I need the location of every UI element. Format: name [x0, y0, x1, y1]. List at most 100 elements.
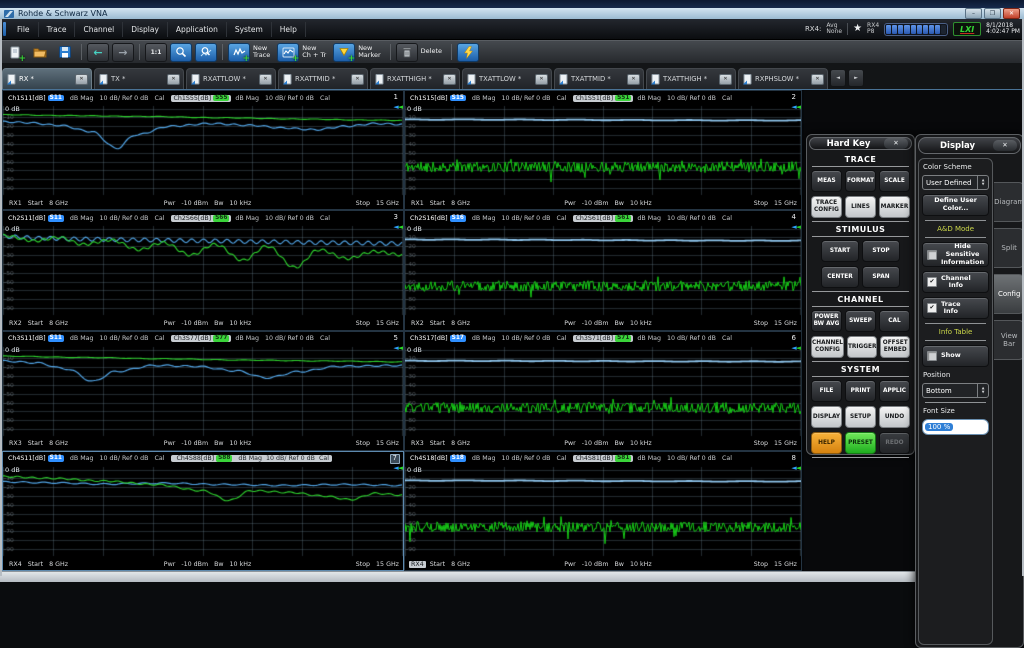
trace-label-ch4s18-db[interactable]: Ch4S18[dB]S18 dB Mag 10 dB/ Ref 0 dB Cal	[408, 455, 566, 462]
tab-window-icon[interactable]: ✕	[627, 74, 640, 85]
tab-rxatthigh[interactable]: RXATTHIGH *✕	[370, 68, 460, 89]
menu-item-trace[interactable]: Trace	[39, 22, 76, 37]
plot-area[interactable]: 0 dB◄◄	[3, 345, 403, 438]
diagram-7[interactable]: Ch4S11[dB]S11 dB Mag 10 dB/ Ref 0 dB Cal…	[2, 451, 404, 571]
trace-label-ch1s15-db[interactable]: Ch1S15[dB]S15 dB Mag 10 dB/ Ref 0 dB Cal	[408, 95, 566, 102]
trace-label-ch4s88-db[interactable]: Ch4S88[dB]S88 dB Mag 10 dB/ Ref 0 dB Cal	[171, 455, 331, 462]
plot-area[interactable]: 0 dB◄◄	[405, 345, 801, 438]
tab-window-icon[interactable]: ✕	[167, 74, 180, 85]
power-bw-avg-button[interactable]: POWER BW AVG	[811, 310, 842, 332]
format-button[interactable]: FORMAT	[845, 170, 876, 192]
tab-window-icon[interactable]: ✕	[351, 74, 364, 85]
toolbar-new-recall-set-button[interactable]: +	[4, 43, 26, 62]
maximize-button[interactable]: ❐	[984, 8, 1001, 19]
meas-button[interactable]: MEAS	[811, 170, 842, 192]
cal-button[interactable]: CAL	[879, 310, 910, 332]
plot-canvas[interactable]	[405, 104, 801, 197]
trace-label-ch1s55-db[interactable]: Ch1S55[dB]S55 dB Mag 10 dB/ Ref 0 dB Cal	[171, 95, 329, 102]
diagram-8[interactable]: Ch4S18[dB]S18 dB Mag 10 dB/ Ref 0 dB Cal…	[404, 451, 802, 571]
trace-label-ch3s71-db[interactable]: Ch3S71[dB]S71 dB Mag 10 dB/ Ref 0 dB Cal	[573, 335, 731, 342]
plot-area[interactable]: 0 dB◄◄	[3, 465, 403, 558]
menu-item-channel[interactable]: Channel	[75, 22, 123, 37]
hardkey-panel-header[interactable]: Hard Key ✕	[809, 137, 912, 150]
undo-button[interactable]: UNDO	[879, 406, 910, 428]
trace-label-ch2s66-db[interactable]: Ch2S66[dB]S66 dB Mag 10 dB/ Ref 0 dB Cal	[171, 215, 329, 222]
plot-canvas[interactable]	[3, 224, 403, 317]
close-button[interactable]: ✕	[1003, 8, 1020, 19]
tab-window-icon[interactable]: ✕	[75, 74, 88, 85]
trace-label-ch3s77-db[interactable]: Ch3S77[dB]S77 dB Mag 10 dB/ Ref 0 dB Cal	[171, 335, 329, 342]
tab-scroll-left-button[interactable]: ◄	[830, 69, 846, 87]
menu-item-file[interactable]: File	[9, 22, 39, 37]
tab-rxattlow[interactable]: RXATTLOW *✕	[186, 68, 276, 89]
tab-rx[interactable]: RX *✕	[2, 68, 92, 89]
diagram-4[interactable]: Ch2S16[dB]S16 dB Mag 10 dB/ Ref 0 dB Cal…	[404, 210, 802, 330]
toolbar-new-channel-button[interactable]: +New Ch + Tr	[277, 43, 330, 62]
trace-label-ch3s11-db[interactable]: Ch3S11[dB]S11 dB Mag 10 dB/ Ref 0 dB Cal	[6, 335, 164, 342]
trace-info-toggle[interactable]: ✔Trace Info	[922, 297, 989, 319]
plot-canvas[interactable]	[3, 465, 403, 558]
help-button[interactable]: HELP	[811, 432, 842, 454]
toolbar-redo-button[interactable]: →	[112, 43, 134, 62]
print-button[interactable]: PRINT	[845, 380, 876, 402]
tab-window-icon[interactable]: ✕	[259, 74, 272, 85]
plot-canvas[interactable]	[405, 465, 801, 558]
plot-area[interactable]: 0 dB◄◄	[405, 104, 801, 197]
channel-config-button[interactable]: CHANNEL CONFIG	[811, 336, 844, 358]
toolbar-undo-button[interactable]: ←	[87, 43, 109, 62]
plot-canvas[interactable]	[405, 224, 801, 317]
trace-label-ch2s61-db[interactable]: Ch2S61[dB]S61 dB Mag 10 dB/ Ref 0 dB Cal	[573, 215, 731, 222]
center-button[interactable]: CENTER	[821, 266, 859, 288]
file-button[interactable]: FILE	[811, 380, 842, 402]
menu-item-system[interactable]: System	[227, 22, 272, 37]
tab-tx[interactable]: TX *✕	[94, 68, 184, 89]
trace-label-ch4s11-db[interactable]: Ch4S11[dB]S11 dB Mag 10 dB/ Ref 0 dB Cal	[6, 455, 164, 462]
preset-button[interactable]: PRESET	[845, 432, 876, 454]
tab-txatthigh[interactable]: TXATTHIGH *✕	[646, 68, 736, 89]
display-close-icon[interactable]: ✕	[993, 140, 1017, 151]
lines-button[interactable]: LINES	[845, 196, 876, 218]
toolbar-wizard-button[interactable]	[457, 43, 479, 62]
marker-button[interactable]: MARKER	[879, 196, 910, 218]
hide-sensitive-information-toggle[interactable]: Hide Sensitive Information	[922, 242, 989, 267]
stop-button[interactable]: STOP	[862, 240, 900, 262]
channel-info-toggle[interactable]: ✔Channel Info	[922, 271, 989, 293]
plot-canvas[interactable]	[3, 345, 403, 438]
setup-button[interactable]: SETUP	[845, 406, 876, 428]
show-toggle[interactable]: Show	[922, 345, 989, 367]
tab-rxattmid[interactable]: RXATTMID *✕	[278, 68, 368, 89]
scale-button[interactable]: SCALE	[879, 170, 910, 192]
trace-label-ch2s16-db[interactable]: Ch2S16[dB]S16 dB Mag 10 dB/ Ref 0 dB Cal	[408, 215, 566, 222]
offset-embed-button[interactable]: OFFSET EMBED	[880, 336, 910, 358]
display-tab-diagram[interactable]: Diagram	[994, 182, 1024, 222]
menu-item-help[interactable]: Help	[272, 22, 306, 37]
plot-area[interactable]: 0 dB◄◄	[3, 104, 403, 197]
toolbar-save-button[interactable]	[54, 43, 76, 62]
plot-area[interactable]: 0 dB◄◄	[405, 465, 801, 558]
sweep-button[interactable]: SWEEP	[845, 310, 876, 332]
trace-label-ch1s51-db[interactable]: Ch1S51[dB]S51 dB Mag 10 dB/ Ref 0 dB Cal	[573, 95, 731, 102]
tab-window-icon[interactable]: ✕	[719, 74, 732, 85]
plot-canvas[interactable]	[3, 104, 403, 197]
define-user-color-button[interactable]: Define User Color...	[922, 194, 989, 216]
toolbar-new-marker-button[interactable]: +New Marker	[333, 43, 384, 62]
font-size-input[interactable]: 100 %	[922, 419, 989, 435]
plot-area[interactable]: 0 dB◄◄	[405, 224, 801, 317]
trace-label-ch2s11-db[interactable]: Ch2S11[dB]S11 dB Mag 10 dB/ Ref 0 dB Cal	[6, 215, 164, 222]
minimize-button[interactable]: –	[965, 8, 982, 19]
menu-item-display[interactable]: Display	[123, 22, 168, 37]
toolbar-new-trace-button[interactable]: +New Trace	[228, 43, 274, 62]
plot-area[interactable]: 0 dB◄◄	[3, 224, 403, 317]
trigger-button[interactable]: TRIGGER	[847, 336, 878, 358]
trace-label-ch4s81-db[interactable]: Ch4S81[dB]S81 dB Mag 10 dB/ Ref 0 dB Cal	[573, 455, 731, 462]
display-tab-view-bar[interactable]: View Bar	[994, 320, 1024, 360]
tab-window-icon[interactable]: ✕	[443, 74, 456, 85]
spinner-icon[interactable]: ▲ ▼	[977, 384, 988, 397]
position-select[interactable]: Bottom ▲ ▼	[922, 383, 989, 398]
trace-label-ch1s11-db[interactable]: Ch1S11[dB]S11 dB Mag 10 dB/ Ref 0 dB Cal	[6, 95, 164, 102]
diagram-1[interactable]: Ch1S11[dB]S11 dB Mag 10 dB/ Ref 0 dB Cal…	[2, 90, 404, 210]
display-button[interactable]: DISPLAY	[811, 406, 842, 428]
tab-txattlow[interactable]: TXATTLOW *✕	[462, 68, 552, 89]
display-tab-split[interactable]: Split	[994, 228, 1024, 268]
color-scheme-select[interactable]: User Defined ▲ ▼	[922, 175, 989, 190]
